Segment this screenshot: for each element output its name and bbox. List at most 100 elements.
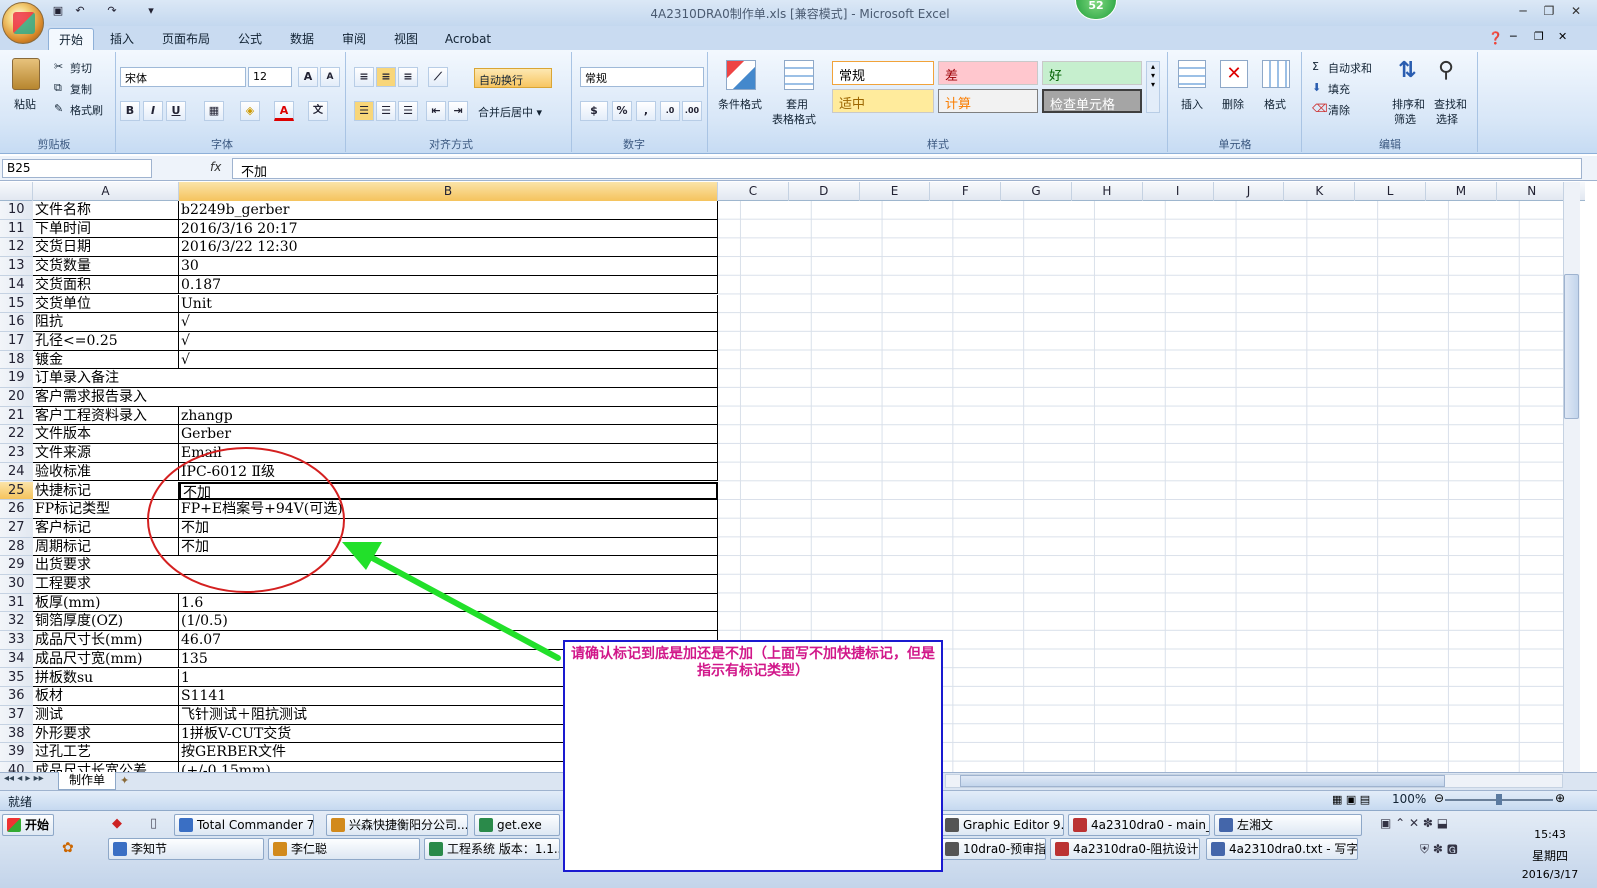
cell-a[interactable]: 交货面积 xyxy=(33,275,179,295)
cell-a[interactable]: 阻抗 xyxy=(33,313,179,332)
align-left-icon[interactable]: ☰ xyxy=(354,101,374,121)
style-normal[interactable]: 常规 xyxy=(832,61,934,85)
row-header[interactable]: 14 xyxy=(0,276,33,295)
format-as-table-label-2[interactable]: 表格格式 xyxy=(772,111,816,127)
cell-b[interactable]: Unit xyxy=(179,294,718,314)
row-header[interactable]: 20 xyxy=(0,388,33,407)
taskbar-button[interactable]: 李知节 xyxy=(108,838,264,860)
tab-acrobat[interactable]: Acrobat xyxy=(436,28,500,50)
underline-button[interactable]: U xyxy=(166,101,186,121)
cut-icon[interactable]: ✂ xyxy=(54,60,63,73)
format-as-table-label-1[interactable]: 套用 xyxy=(786,96,808,112)
cell-b[interactable]: Gerber xyxy=(179,425,718,445)
fill-color-icon[interactable]: ◈ xyxy=(240,101,260,121)
row-header[interactable]: 16 xyxy=(0,313,33,332)
column-header-i[interactable]: I xyxy=(1143,182,1214,201)
close-button[interactable]: ✕ xyxy=(1565,2,1587,20)
quicklaunch-icon-1[interactable]: ◆ xyxy=(112,816,122,831)
cell-a[interactable]: 工程要求 xyxy=(33,575,718,594)
cut-button[interactable]: 剪切 xyxy=(70,60,92,76)
row-header[interactable]: 25 xyxy=(0,481,33,501)
doc-restore-icon[interactable]: ❐ xyxy=(1534,30,1544,43)
formula-input[interactable]: 不加 xyxy=(232,158,1582,180)
row-header[interactable]: 37 xyxy=(0,706,33,725)
cell-a[interactable]: 交货单位 xyxy=(33,294,179,314)
row-header[interactable]: 22 xyxy=(0,425,33,445)
row-header[interactable]: 19 xyxy=(0,369,33,388)
office-button[interactable] xyxy=(2,2,44,44)
style-good[interactable]: 好 xyxy=(1042,61,1142,85)
row-header[interactable]: 26 xyxy=(0,500,33,519)
cell-b[interactable]: FP+E档案号+94V(可选) xyxy=(179,500,718,519)
row-header[interactable]: 15 xyxy=(0,295,33,314)
increase-decimal-icon[interactable]: .0 xyxy=(660,101,680,121)
row-header[interactable]: 38 xyxy=(0,725,33,744)
cell-a[interactable]: 客户工程资料录入 xyxy=(33,406,179,426)
font-size-select[interactable]: 12 xyxy=(248,67,292,87)
row-header[interactable]: 34 xyxy=(0,650,33,669)
start-button[interactable]: 开始 xyxy=(2,814,54,836)
align-middle-icon[interactable]: ≡ xyxy=(376,67,396,87)
column-header-a[interactable]: A xyxy=(33,182,179,201)
paste-icon[interactable] xyxy=(12,58,40,90)
taskbar-button[interactable]: 10dra0-预审指示.... xyxy=(940,838,1046,860)
shrink-font-button[interactable]: A xyxy=(320,67,340,87)
taskbar-button[interactable]: 工程系统 版本：1.1.5 xyxy=(424,838,560,860)
cell-a[interactable]: 板材 xyxy=(33,687,179,706)
comma-button[interactable]: , xyxy=(636,101,656,121)
decrease-decimal-icon[interactable]: .00 xyxy=(682,101,702,121)
styles-more-icon[interactable]: ▴ ▾ ▾ xyxy=(1146,61,1160,113)
cell-a[interactable]: 成品尺寸长(mm) xyxy=(33,631,179,650)
italic-button[interactable]: I xyxy=(143,101,163,121)
cell-b[interactable]: 不加 xyxy=(179,518,718,538)
merge-center-button[interactable]: 合并后居中 ▾ xyxy=(478,104,542,120)
column-header-f[interactable]: F xyxy=(930,182,1002,201)
clock[interactable]: 15:43 星期四 2016/3/17 xyxy=(1520,828,1580,881)
align-top-icon[interactable]: ≡ xyxy=(354,67,374,87)
find-select-label-2[interactable]: 选择 xyxy=(1436,111,1458,127)
conditional-format-button[interactable]: 条件格式 xyxy=(718,96,762,112)
cell-b[interactable]: √ xyxy=(179,313,718,332)
cell-a[interactable]: 快捷标记 xyxy=(33,481,179,501)
cell-a[interactable]: 铜箔厚度(OZ) xyxy=(33,612,179,632)
doc-close-icon[interactable]: ✕ xyxy=(1558,30,1567,43)
taskbar-button[interactable]: 兴森快捷衡阳分公司... xyxy=(326,814,468,836)
column-header-c[interactable]: C xyxy=(718,182,789,201)
fill-button[interactable]: 填充 xyxy=(1328,81,1350,97)
cell-a[interactable]: 客户需求报告录入 xyxy=(33,388,718,407)
cell-a[interactable]: 客户标记 xyxy=(33,518,179,538)
column-header-g[interactable]: G xyxy=(1001,182,1072,201)
cell-a[interactable]: 出货要求 xyxy=(33,556,718,575)
qat-customize-icon[interactable]: ▾ xyxy=(143,4,159,20)
align-bottom-icon[interactable]: ≡ xyxy=(398,67,418,87)
cell-a[interactable]: 孔径<=0.25 xyxy=(33,331,179,351)
row-header[interactable]: 29 xyxy=(0,556,33,575)
row-header[interactable]: 12 xyxy=(0,238,33,258)
cell-b[interactable]: √ xyxy=(179,350,718,370)
tab-insert[interactable]: 插入 xyxy=(100,28,144,50)
row-header[interactable]: 24 xyxy=(0,463,33,482)
column-header-e[interactable]: E xyxy=(860,182,931,201)
sort-filter-icon[interactable]: ⇅ xyxy=(1398,58,1416,83)
row-header[interactable]: 35 xyxy=(0,669,33,688)
row-header[interactable]: 28 xyxy=(0,538,33,557)
tab-data[interactable]: 数据 xyxy=(280,28,324,50)
vertical-scroll-thumb[interactable] xyxy=(1564,274,1579,419)
zoom-slider-thumb[interactable] xyxy=(1496,794,1502,805)
undo-icon[interactable]: ↶ xyxy=(72,4,88,20)
taskbar-button[interactable]: Total Commander 7.0 ... xyxy=(174,814,314,836)
tab-formulas[interactable]: 公式 xyxy=(228,28,272,50)
row-header[interactable]: 21 xyxy=(0,407,33,426)
taskbar-button[interactable]: 李仁聪 xyxy=(268,838,420,860)
tab-page-layout[interactable]: 页面布局 xyxy=(152,28,220,50)
row-header[interactable]: 11 xyxy=(0,220,33,239)
tab-review[interactable]: 审阅 xyxy=(332,28,376,50)
autosum-icon[interactable]: Σ xyxy=(1312,60,1319,73)
zoom-in-icon[interactable]: ⊕ xyxy=(1555,791,1565,805)
style-calculation[interactable]: 计算 xyxy=(938,89,1038,113)
style-neutral[interactable]: 适中 xyxy=(832,89,934,113)
number-format-select[interactable]: 常规 xyxy=(580,67,704,87)
cell-a[interactable]: 文件版本 xyxy=(33,425,179,445)
copy-icon[interactable]: ⧉ xyxy=(54,81,62,95)
cell-b[interactable]: 1.6 xyxy=(179,593,718,613)
